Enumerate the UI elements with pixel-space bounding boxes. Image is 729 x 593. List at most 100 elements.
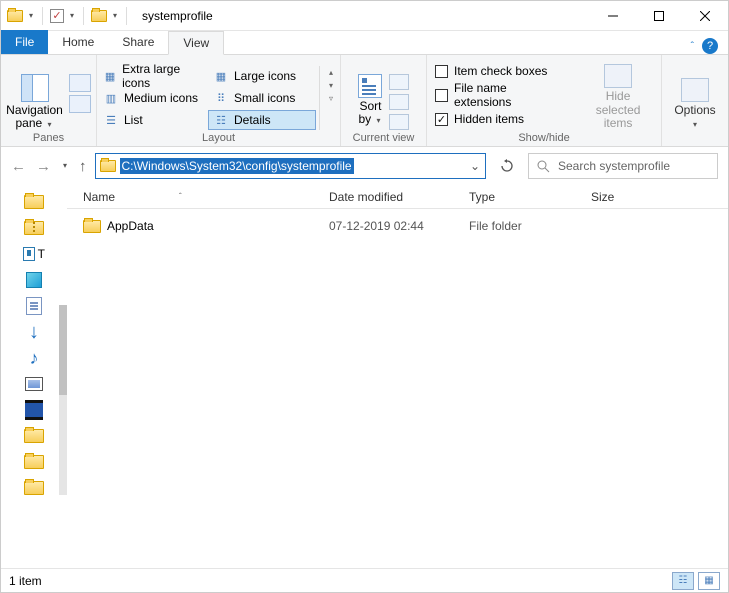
tree-item[interactable] bbox=[23, 427, 45, 445]
layout-scroll-up[interactable]: ▴ bbox=[323, 66, 339, 78]
layout-small-icons[interactable]: ⠿ Small icons bbox=[208, 88, 316, 108]
item-date: 07-12-2019 02:44 bbox=[329, 219, 469, 233]
search-input[interactable]: Search systemprofile bbox=[528, 153, 718, 179]
extra-large-icons-icon: ▦ bbox=[103, 69, 117, 83]
layout-list[interactable]: ☰ List bbox=[98, 110, 206, 130]
group-layout: ▦ Extra large icons ▦ Large icons ▥ Medi… bbox=[97, 55, 341, 146]
nav-pane-label2: pane bbox=[15, 116, 42, 130]
thumbnails-view-button[interactable]: ▦ bbox=[698, 572, 720, 590]
tree-scrollbar[interactable] bbox=[59, 305, 67, 495]
downloads-icon: ↓ bbox=[29, 321, 39, 344]
hide-selected-button[interactable]: Hide selected items bbox=[583, 64, 653, 130]
collapse-ribbon-icon[interactable]: ˆ bbox=[691, 41, 694, 52]
table-row[interactable]: AppData 07-12-2019 02:44 File folder bbox=[67, 215, 728, 237]
column-type[interactable]: Type bbox=[469, 190, 591, 204]
layout-large-icons[interactable]: ▦ Large icons bbox=[208, 66, 316, 86]
layout-details[interactable]: ☷ Details bbox=[208, 110, 316, 130]
search-placeholder: Search systemprofile bbox=[558, 159, 670, 173]
options-button[interactable]: Options ▾ bbox=[660, 78, 729, 130]
status-count: 1 item bbox=[9, 574, 42, 588]
column-date[interactable]: Date modified bbox=[329, 190, 469, 204]
layout-expand[interactable]: ▿ bbox=[323, 92, 339, 104]
address-path[interactable]: C:\Windows\System32\config\systemprofile bbox=[120, 158, 354, 174]
layout-extra-large-icons[interactable]: ▦ Extra large icons bbox=[98, 66, 206, 86]
3d-objects-icon bbox=[26, 272, 42, 288]
details-view-button[interactable]: ☷ bbox=[672, 572, 694, 590]
folder-icon bbox=[24, 195, 44, 209]
item-name: AppData bbox=[107, 219, 154, 233]
quick-access-toolbar: ▾ ✓ ▾ ▾ bbox=[1, 7, 136, 25]
column-size[interactable]: Size bbox=[591, 190, 671, 204]
group-options: Options ▾ bbox=[662, 55, 728, 146]
tab-home[interactable]: Home bbox=[48, 30, 108, 54]
group-current-view: Sort by ▾ Current view bbox=[341, 55, 427, 146]
pc-icon bbox=[23, 247, 35, 261]
tree-item[interactable] bbox=[23, 453, 45, 471]
checkbox-unchecked-icon bbox=[435, 89, 448, 102]
tree-item[interactable]: ♪ bbox=[23, 349, 45, 367]
content-area: T ↓ ♪ Name ˆ Date modified Type Size App… bbox=[1, 185, 728, 565]
maximize-icon bbox=[654, 11, 664, 21]
pictures-icon bbox=[25, 377, 43, 391]
minimize-button[interactable] bbox=[590, 1, 636, 31]
group-layout-label: Layout bbox=[202, 132, 235, 144]
navigation-tree[interactable]: T ↓ ♪ bbox=[1, 185, 67, 565]
hidden-items-toggle[interactable]: ✓ Hidden items bbox=[435, 112, 567, 126]
tree-item[interactable]: ↓ bbox=[23, 323, 45, 341]
qat-dropdown2-icon[interactable]: ▾ bbox=[68, 12, 76, 20]
group-panes-label: Panes bbox=[33, 132, 64, 144]
chevron-down-icon: ▾ bbox=[691, 120, 699, 129]
details-view-icon: ☷ bbox=[679, 575, 688, 586]
folder-icon bbox=[91, 10, 107, 22]
close-button[interactable] bbox=[682, 1, 728, 31]
videos-icon bbox=[25, 400, 43, 420]
details-pane-button[interactable] bbox=[69, 95, 91, 113]
up-button[interactable]: ↑ bbox=[79, 158, 87, 175]
file-name-extensions-toggle[interactable]: File name extensions bbox=[435, 81, 567, 109]
tree-item[interactable] bbox=[23, 375, 45, 393]
tree-item[interactable] bbox=[23, 219, 45, 237]
tree-item[interactable] bbox=[23, 479, 45, 497]
address-dropdown-icon[interactable]: ⌄ bbox=[465, 159, 485, 173]
tree-item[interactable] bbox=[23, 297, 45, 315]
chevron-down-icon: ▾ bbox=[375, 116, 383, 125]
group-by-button[interactable] bbox=[389, 74, 409, 90]
layout-scroll-down[interactable]: ▾ bbox=[323, 79, 339, 91]
sort-by-button[interactable]: Sort by ▾ bbox=[358, 74, 382, 126]
hide-icon bbox=[604, 64, 632, 88]
maximize-button[interactable] bbox=[636, 1, 682, 31]
refresh-button[interactable] bbox=[494, 153, 520, 179]
refresh-icon bbox=[500, 159, 514, 173]
navigation-row: ← → ▾ ↑ C:\Windows\System32\config\syste… bbox=[1, 147, 728, 185]
add-columns-button[interactable] bbox=[389, 94, 409, 110]
music-icon: ♪ bbox=[30, 348, 39, 369]
help-button[interactable]: ? bbox=[702, 38, 718, 54]
group-panes: Navigation pane ▾ Panes bbox=[1, 55, 97, 146]
tree-item-this-pc[interactable]: T bbox=[23, 245, 45, 263]
tab-view[interactable]: View bbox=[168, 31, 224, 55]
forward-button: → bbox=[36, 158, 51, 175]
preview-pane-button[interactable] bbox=[69, 74, 91, 92]
zip-folder-icon bbox=[24, 221, 44, 235]
tree-item[interactable] bbox=[23, 401, 45, 419]
qat-customize-icon[interactable]: ▾ bbox=[111, 12, 119, 20]
column-name[interactable]: Name ˆ bbox=[83, 190, 329, 204]
address-bar[interactable]: C:\Windows\System32\config\systemprofile… bbox=[95, 153, 486, 179]
folder-icon bbox=[100, 160, 116, 172]
column-headers: Name ˆ Date modified Type Size bbox=[67, 185, 728, 209]
documents-icon bbox=[26, 297, 42, 315]
folder-icon bbox=[24, 481, 44, 495]
file-menu[interactable]: File bbox=[1, 30, 48, 54]
properties-icon[interactable]: ✓ bbox=[50, 9, 64, 23]
window-controls bbox=[590, 1, 728, 31]
navigation-pane-button[interactable]: Navigation pane ▾ bbox=[6, 74, 63, 130]
tree-item[interactable] bbox=[23, 271, 45, 289]
layout-medium-icons[interactable]: ▥ Medium icons bbox=[98, 88, 206, 108]
size-columns-button[interactable] bbox=[389, 114, 409, 130]
item-check-boxes-toggle[interactable]: Item check boxes bbox=[435, 64, 567, 78]
tab-share[interactable]: Share bbox=[108, 30, 168, 54]
history-dropdown[interactable]: ▾ bbox=[61, 162, 69, 170]
tree-item[interactable] bbox=[23, 193, 45, 211]
qat-dropdown-icon[interactable]: ▾ bbox=[27, 12, 35, 20]
back-button[interactable]: ← bbox=[11, 158, 26, 175]
